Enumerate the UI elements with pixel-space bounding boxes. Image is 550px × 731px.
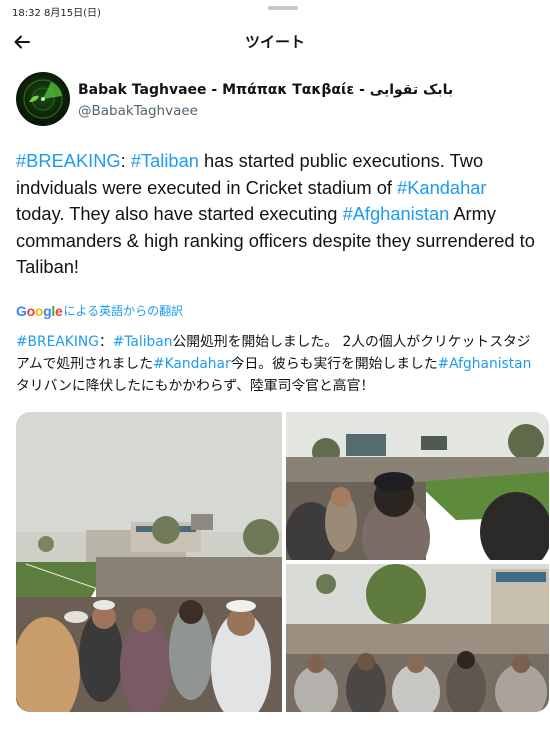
hashtag-breaking[interactable]: #BREAKING xyxy=(16,334,99,350)
translated-text: #BREAKING：#Taliban公開処刑を開始しました。 2人の個人がクリケ… xyxy=(16,331,542,397)
author-name[interactable]: Babak Taghvaee - Μπάπακ Τακβαίε - بابک ت… xyxy=(78,82,453,98)
radar-logo-icon xyxy=(23,79,63,119)
tweet-photo-2[interactable] xyxy=(286,412,549,560)
translate-attribution[interactable]: Google による英語からの翻訳 xyxy=(16,302,183,319)
google-logo: Google xyxy=(16,302,63,319)
multitask-handle[interactable] xyxy=(268,6,298,10)
translated-text-part: ： xyxy=(98,334,113,350)
translated-text-part: 今日。彼らも実行を開始しました xyxy=(230,356,438,372)
hashtag-afghanistan[interactable]: #Afghanistan xyxy=(343,203,450,224)
tweet-text: #BREAKING: #Taliban has started public e… xyxy=(16,148,540,281)
status-time: 18:32 8月15日(日) xyxy=(12,8,101,19)
hashtag-taliban[interactable]: #Taliban xyxy=(113,334,173,350)
hashtag-taliban[interactable]: #Taliban xyxy=(131,150,199,171)
translate-label: による英語からの翻訳 xyxy=(63,304,184,318)
hashtag-kandahar[interactable]: #Kandahar xyxy=(397,177,486,198)
tweet-text-part: : xyxy=(120,150,131,171)
tweet-photo-1[interactable] xyxy=(16,412,282,712)
tweet-author: Babak Taghvaee - Μπάπακ Τακβαίε - بابک ت… xyxy=(16,72,536,128)
hashtag-breaking[interactable]: #BREAKING xyxy=(16,150,121,171)
hashtag-afghanistan[interactable]: #Afghanistan xyxy=(438,356,532,372)
tweet-text-part: today. They also have started executing xyxy=(16,203,343,224)
author-handle[interactable]: @BabakTaghvaee xyxy=(78,103,198,119)
header: ツイート xyxy=(0,22,550,62)
translated-text-part: タリバンに降伏したにもかかわらず、陸軍司令官と高官！ xyxy=(16,378,375,394)
status-bar: 18:32 8月15日(日) xyxy=(0,0,550,22)
tweet-photo-3[interactable] xyxy=(286,564,549,712)
media-grid xyxy=(16,412,549,712)
page-title: ツイート xyxy=(244,33,305,51)
hashtag-kandahar[interactable]: #Kandahar xyxy=(153,356,231,372)
avatar[interactable] xyxy=(16,72,70,126)
